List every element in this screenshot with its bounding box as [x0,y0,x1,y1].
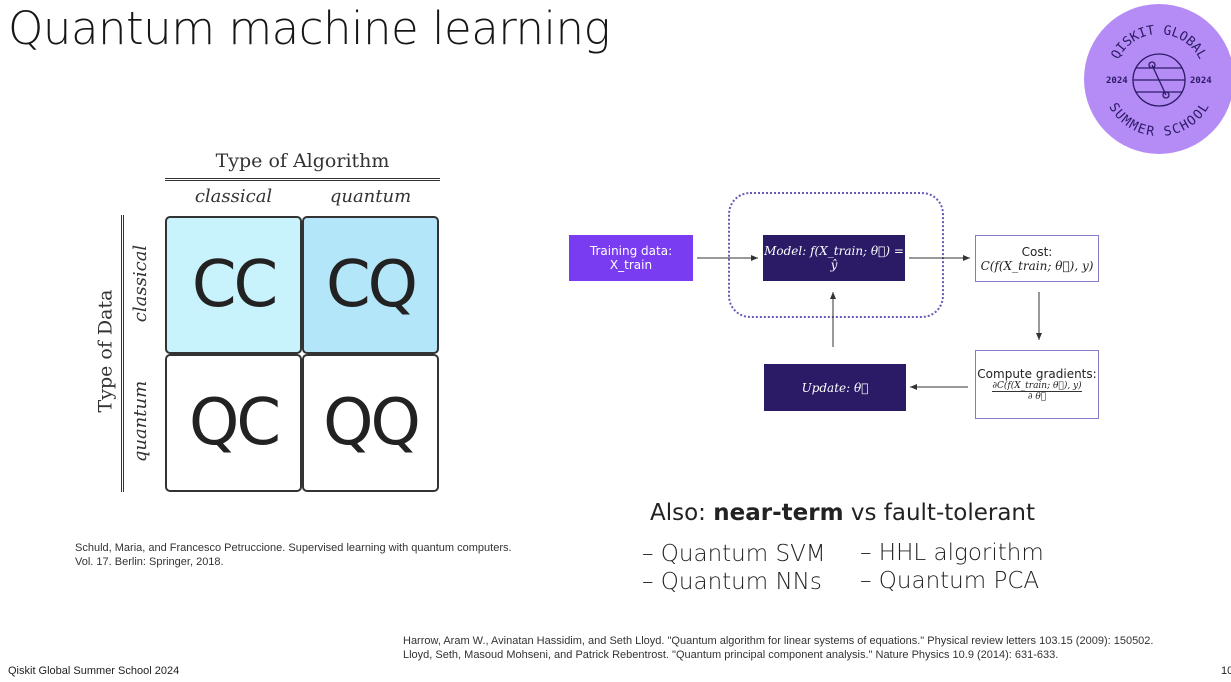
update-label: Update: θ⃗ [801,380,869,395]
list-item: – Quantum PCA [860,568,1040,594]
list-item: – HHL algorithm [860,540,1044,566]
model-label: Model: f(X_train; θ⃗) = ŷ [764,244,904,272]
reference-line: Lloyd, Seth, Masoud Mohseni, and Patrick… [403,649,1059,661]
cost-expr: C(f(X_train; θ⃗), y) [980,258,1094,273]
page-number: 10 [1221,665,1231,677]
grad-label: Compute gradients: [977,367,1097,381]
also-bold: near-term [713,500,844,526]
near-term-list: – Quantum SVM – Quantum NNs [642,540,826,596]
grad-denominator: ∂ θ⃗ [1027,392,1047,402]
list-item: – Quantum NNs [642,569,822,595]
training-label: Training data: X_train [589,244,673,272]
fault-tolerant-list: – HHL algorithm – Quantum PCA [860,539,1044,595]
also-suffix: vs fault-tolerant [843,500,1036,526]
references: Harrow, Aram W., Avinatan Hassidim, and … [403,634,1153,662]
also-line: Also: near-term vs fault-tolerant [650,500,1035,526]
reference-line: Harrow, Aram W., Avinatan Hassidim, and … [403,635,1154,647]
list-item: – Quantum SVM [642,541,826,567]
update-box: Update: θ⃗ [764,364,906,411]
model-box: Model: f(X_train; θ⃗) = ŷ [763,235,905,281]
footer-text: Qiskit Global Summer School 2024 [8,665,180,677]
diagram-arrows [697,255,1042,390]
cost-label: Cost: [1021,244,1053,259]
gradients-box: Compute gradients: ∂C(f(X_train; θ⃗), y) ∂… [975,350,1099,419]
grad-numerator: ∂C(f(X_train; θ⃗), y) [992,381,1082,392]
also-prefix: Also: [650,500,714,526]
training-data-box: Training data: X_train [569,235,693,281]
cost-box: Cost: C(f(X_train; θ⃗), y) [975,235,1099,282]
